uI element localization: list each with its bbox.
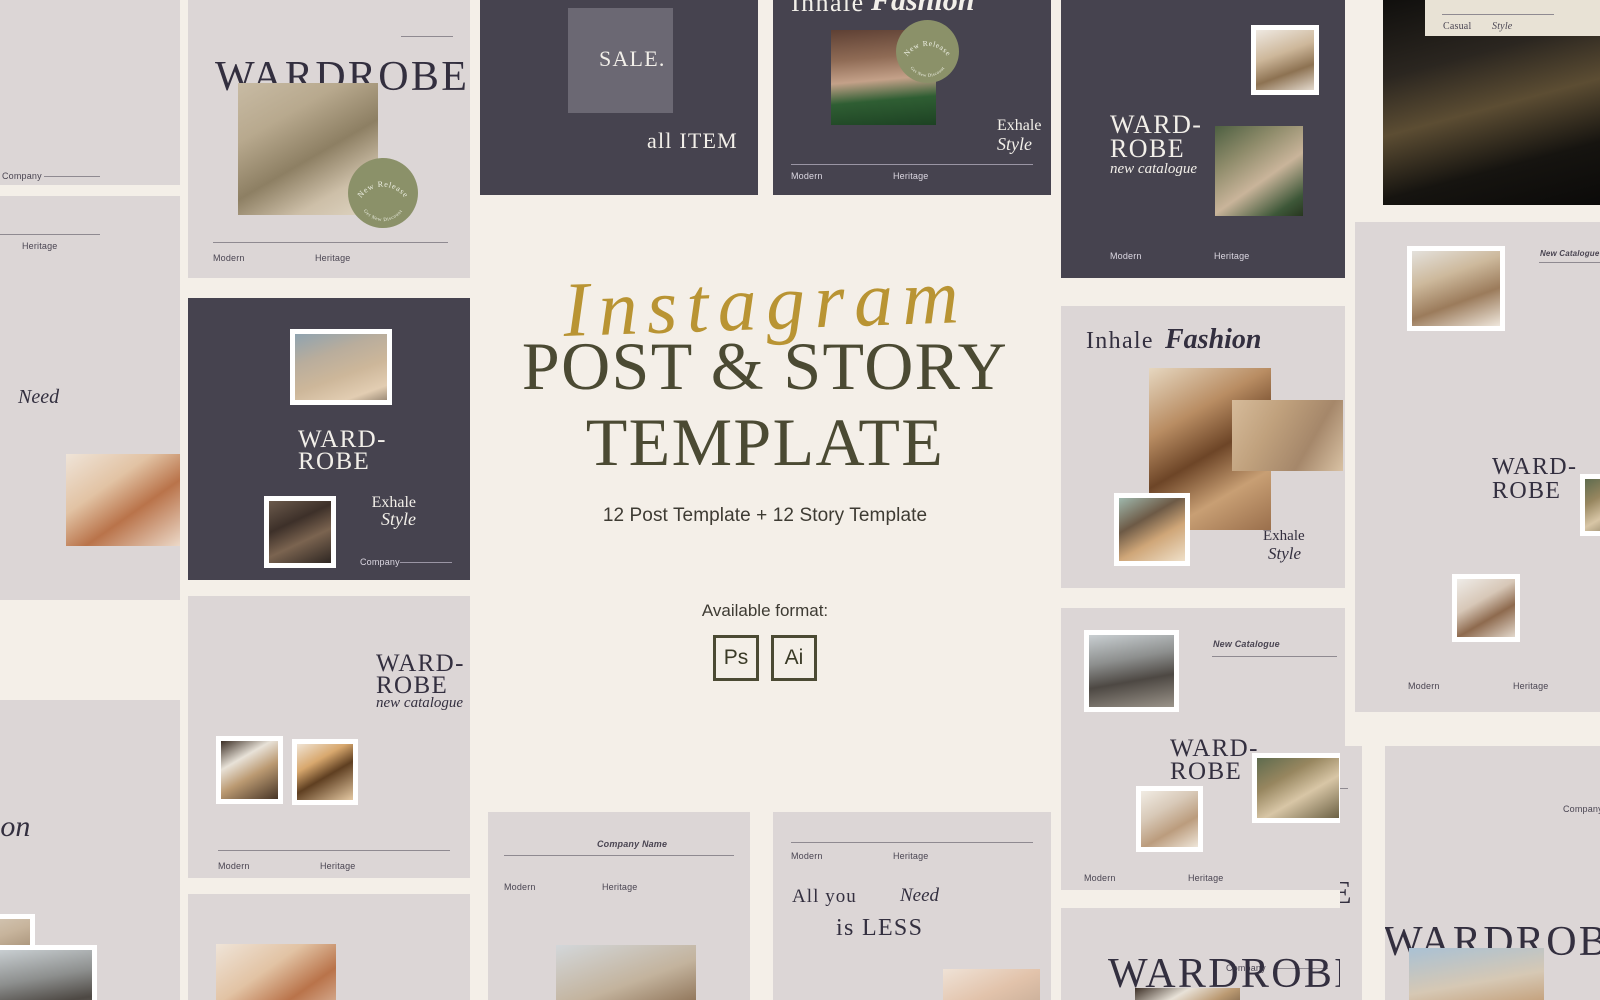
wordmark-robe: ROBE — [1110, 134, 1186, 163]
text-fashion: Fashion — [0, 810, 31, 843]
illustrator-badge[interactable]: Ai — [771, 634, 817, 681]
divider — [44, 176, 100, 177]
photoshop-badge[interactable]: Ps — [713, 634, 759, 681]
text-exhale: Exhale — [1263, 528, 1305, 544]
post-new-catalogue-wardrobe[interactable]: New Catalogue WARD- ROBE Modern Heritage — [1061, 608, 1345, 890]
label-casual: Casual — [1443, 21, 1472, 32]
label-heritage: Heritage — [1513, 681, 1549, 691]
post-new-catalogue[interactable]: WARD- ROBE new catalogue Modern Heritage — [188, 596, 470, 878]
label-heritage: Heritage — [315, 253, 351, 263]
divider — [400, 562, 452, 563]
text-style: Style — [381, 509, 416, 529]
divider — [1539, 262, 1600, 263]
text-all-item: all ITEM — [647, 128, 738, 153]
hero-panel: Instagram POST & STORY TEMPLATE 12 Post … — [480, 196, 1050, 800]
label-modern: Modern — [1110, 251, 1142, 261]
label-modern: Modern — [791, 851, 823, 861]
label-heritage: Heritage — [602, 882, 638, 892]
text-style: Style — [997, 134, 1032, 154]
divider — [791, 164, 1033, 165]
text-sale: SALE. — [599, 46, 666, 71]
text-fashion: Fashion — [1165, 324, 1262, 355]
label-heritage: Heritage — [893, 171, 929, 181]
post-wardrobe-dark[interactable]: WARD- ROBE Exhale Style Company — [188, 298, 470, 580]
svg-text:Get New Discount: Get New Discount — [910, 65, 946, 78]
text-new-catalogue: new catalogue — [376, 695, 464, 711]
wordmark-robe: ROBE — [1170, 758, 1243, 785]
label-company: Company — [2, 171, 42, 181]
wordmark-robe: ROBE — [298, 448, 371, 475]
label-new-catalogue: New Catalogue — [1540, 249, 1600, 258]
divider — [0, 234, 100, 235]
text-need: Need — [900, 885, 940, 906]
post-company-name[interactable]: Company Name Modern Heritage — [488, 812, 750, 1000]
new-release-badge[interactable]: New Release Get New Discount — [348, 158, 418, 228]
label-company: Company — [1563, 804, 1600, 814]
text-style: Style — [1268, 544, 1302, 563]
story-casual-style-header[interactable]: Casual Style — [1425, 0, 1600, 36]
text-inhale: Inhale — [791, 0, 865, 17]
label-modern: Modern — [218, 861, 250, 871]
label-modern: Modern — [1084, 873, 1116, 883]
label-heritage: Heritage — [1188, 873, 1224, 883]
story-sliver-left[interactable]: E — [1340, 746, 1362, 1000]
label-heritage: Heritage — [22, 241, 58, 251]
story-left-need-less[interactable]: Heritage Need ESS — [0, 196, 180, 600]
wordmark-robe: ROBE — [1492, 478, 1562, 504]
svg-text:Get New Discount: Get New Discount — [362, 209, 404, 223]
divider — [504, 855, 734, 856]
wordmark-ward: WARD- — [1492, 454, 1578, 480]
mockup-canvas: Company Heritage Need ESS Fashion Compan… — [0, 0, 1600, 1000]
svg-text:New Release: New Release — [902, 39, 953, 58]
post-wardrobe-catalogue-dark[interactable]: WARD- ROBE new catalogue Modern Heritage — [1061, 0, 1345, 278]
divider — [1340, 788, 1348, 789]
divider — [401, 36, 453, 37]
divider — [1212, 656, 1337, 657]
post-sale[interactable]: SALE. all ITEM — [480, 0, 758, 195]
story-left-fashion[interactable]: Fashion — [0, 700, 180, 1000]
text-fashion: Fashion — [871, 0, 975, 17]
post-wardrobe-release[interactable]: Company WARDROBE New Release Get New Dis… — [188, 0, 470, 278]
divider — [213, 242, 448, 243]
divider — [1442, 14, 1554, 15]
story-new-catalogue[interactable]: New Catalogue WARD- ROBE Modern Heritage — [1355, 222, 1600, 712]
label-company: Company — [360, 557, 400, 567]
text-all-you: All you — [792, 886, 857, 907]
text-need: Need — [18, 386, 60, 408]
text-new-catalogue: new catalogue — [1110, 161, 1198, 177]
label-modern: Modern — [1408, 681, 1440, 691]
format-badges: Ps Ai — [713, 634, 817, 681]
label-modern: Modern — [213, 253, 245, 263]
story-wardrobe[interactable]: Company WARDROBE — [1385, 746, 1600, 1000]
post-inhale-fashion-dark[interactable]: Inhale Fashion New Release Get New Disco… — [773, 0, 1051, 195]
wordmark-partial: E — [1340, 874, 1354, 910]
text-inhale: Inhale — [1086, 328, 1154, 354]
label-modern: Modern — [791, 171, 823, 181]
label-modern: Modern — [504, 882, 536, 892]
svg-text:New Release: New Release — [356, 180, 411, 200]
post-all-you-need[interactable]: Modern Heritage All you Need is LESS — [773, 812, 1051, 1000]
hero-subtitle: 12 Post Template + 12 Story Template — [602, 504, 928, 526]
text-exhale: Exhale — [997, 117, 1042, 134]
label-heritage: Heritage — [893, 851, 929, 861]
label-style: Style — [1492, 21, 1513, 32]
hero-script-title: Instagram — [561, 251, 969, 354]
new-release-badge[interactable]: New Release Get New Discount — [896, 20, 959, 83]
available-format-label: Available format: — [701, 600, 829, 620]
divider — [791, 842, 1033, 843]
label-heritage: Heritage — [320, 861, 356, 871]
text-is-less: is LESS — [836, 915, 924, 941]
post-column2-bottom[interactable] — [188, 894, 470, 1000]
story-left-company[interactable]: Company — [0, 0, 180, 185]
label-company-name: Company Name — [597, 839, 668, 849]
label-heritage: Heritage — [1214, 251, 1250, 261]
hero-title-line2: TEMPLATE — [585, 403, 945, 480]
post-inhale-fashion-collage[interactable]: Inhale Fashion Exhale Style — [1061, 306, 1345, 588]
divider — [218, 850, 450, 851]
label-new-catalogue: New Catalogue — [1213, 639, 1280, 649]
